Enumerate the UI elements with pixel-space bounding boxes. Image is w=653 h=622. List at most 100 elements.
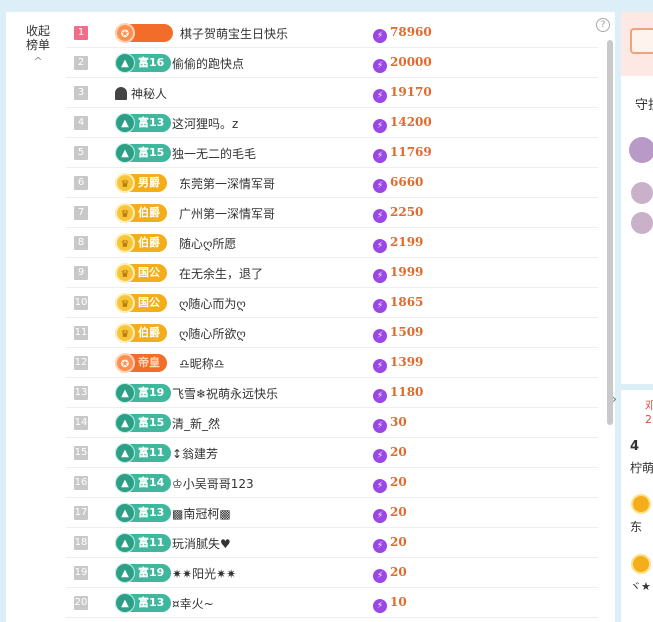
rank-number: 4 (74, 116, 88, 130)
list-item[interactable]: 5 ▲ 富15 独一无二的毛毛 ⚡ 11769 (66, 138, 598, 168)
list-item[interactable]: 13 ▲ 富19 飞雪❄祝萌永远快乐 ⚡ 1180 (66, 378, 598, 408)
user-name-text: 清_新_然 (172, 417, 221, 431)
ranking-list: 1 ✪ 棋子贺萌宝生日快乐 ⚡ 78960 2 ▲ 富16 偷偷的跑快点 ⚡ 20000 3 神秘人 ⚡ 1… (66, 18, 598, 618)
rank-number: 12 (74, 356, 88, 370)
user-name-text: ღ随心而为ღ (179, 297, 246, 311)
contribution-score: ⚡ 19170 (373, 85, 432, 103)
list-item[interactable]: 11 ♛ 伯爵 ღ随心所欲ღ ⚡ 1509 (66, 318, 598, 348)
score-value: 1865 (390, 295, 424, 309)
list-item[interactable]: 2 ▲ 富16 偷偷的跑快点 ⚡ 20000 (66, 48, 598, 78)
scrollbar[interactable] (607, 40, 613, 425)
score-value: 19170 (390, 85, 432, 99)
user-name[interactable]: 神秘人 (115, 85, 167, 102)
list-item[interactable]: 6 ♛ 男爵 东莞第一深情军哥 ⚡ 6660 (66, 168, 598, 198)
crown-icon: ♛ (115, 203, 135, 223)
lightning-icon: ⚡ (373, 389, 387, 403)
score-value: 2250 (390, 205, 424, 219)
triangle-icon: ▲ (115, 473, 135, 493)
crown-icon: ♛ (115, 323, 135, 343)
user-name[interactable]: ↕翁建芳 (172, 445, 218, 462)
list-item[interactable]: 15 ▲ 富11 ↕翁建芳 ⚡ 20 (66, 438, 598, 468)
user-name[interactable]: 在无余生，退了 (179, 265, 263, 282)
contribution-score: ⚡ 1509 (373, 325, 423, 343)
user-name[interactable]: ✷✷阳光✷✷ (172, 565, 236, 582)
user-name-text: 在无余生，退了 (179, 267, 264, 281)
list-item[interactable]: 7 ♛ 伯爵 广州第一深情军哥 ⚡ 2250 (66, 198, 598, 228)
list-item[interactable]: 16 ▲ 富14 ♔小吴哥哥123 ⚡ 20 (66, 468, 598, 498)
chevron-right-icon[interactable]: › (612, 392, 617, 406)
help-icon[interactable]: ? (596, 18, 610, 32)
triangle-icon: ▲ (115, 143, 135, 163)
contribution-score: ⚡ 14200 (373, 115, 432, 133)
user-name[interactable]: 棋子贺萌宝生日快乐 (180, 25, 288, 42)
user-name-text: 广州第一深情军哥 (179, 207, 276, 221)
user-name[interactable]: ♎昵称♎ (179, 355, 225, 372)
triangle-icon: ▲ (115, 383, 135, 403)
user-name-text: 神秘人 (131, 87, 168, 101)
list-item[interactable]: 3 神秘人 ⚡ 19170 (66, 78, 598, 108)
list-item[interactable]: 10 ♛ 国公 ღ随心而为ღ ⚡ 1865 (66, 288, 598, 318)
level-badge: ♛ 国公 (115, 263, 167, 283)
avatar[interactable] (629, 137, 653, 163)
contribution-score: ⚡ 20 (373, 475, 407, 493)
collapse-leaderboard-button[interactable]: 收起 榜单 ^ (22, 24, 54, 69)
user-name-text: ♎昵称♎ (179, 357, 225, 371)
user-name[interactable]: ღ随心所欲ღ (179, 325, 246, 342)
user-name[interactable]: 清_新_然 (172, 415, 220, 432)
user-name-text: 偷偷的跑快点 (172, 57, 245, 71)
avatar[interactable] (631, 182, 653, 204)
rank-number: 7 (74, 206, 88, 220)
list-item[interactable]: 20 ▲ 富13 ¤幸火~ ⚡ 10 (66, 588, 598, 618)
rank-number: 10 (74, 296, 88, 310)
list-item[interactable]: 14 ▲ 富15 清_新_然 ⚡ 30 (66, 408, 598, 438)
crown-icon: ♛ (115, 293, 135, 313)
list-item[interactable]: 1 ✪ 棋子贺萌宝生日快乐 ⚡ 78960 (66, 18, 598, 48)
level-badge: ▲ 富13 (115, 113, 172, 133)
lightning-icon: ⚡ (373, 299, 387, 313)
contribution-score: ⚡ 78960 (373, 25, 432, 43)
user-name[interactable]: 偷偷的跑快点 (172, 55, 244, 72)
user-name[interactable]: 飞雪❄祝萌永远快乐 (172, 385, 278, 402)
side-banner[interactable] (621, 12, 653, 76)
user-name[interactable]: ღ随心而为ღ (179, 295, 246, 312)
contribution-score: ⚡ 20000 (373, 55, 432, 73)
list-item[interactable]: 9 ♛ 国公 在无余生，退了 ⚡ 1999 (66, 258, 598, 288)
list-item[interactable]: 17 ▲ 富13 ▩南冠柯▩ ⚡ 20 (66, 498, 598, 528)
score-value: 1399 (390, 355, 424, 369)
medal-icon (631, 494, 651, 514)
list-item[interactable]: 8 ♛ 伯爵 随心ღ所愿 ⚡ 2199 (66, 228, 598, 258)
score-value: 20 (390, 475, 407, 489)
user-name[interactable]: 东莞第一深情军哥 (179, 175, 275, 192)
list-item[interactable]: 18 ▲ 富11 玩消腻失♥ ⚡ 20 (66, 528, 598, 558)
user-name[interactable]: ♔小吴哥哥123 (172, 475, 254, 492)
user-name-text: ↕翁建芳 (172, 447, 219, 461)
rank-number: 13 (74, 386, 88, 400)
user-name[interactable]: 独一无二的毛毛 (172, 145, 256, 162)
user-name[interactable]: 随心ღ所愿 (179, 235, 236, 252)
list-item[interactable]: 19 ▲ 富19 ✷✷阳光✷✷ ⚡ 20 (66, 558, 598, 588)
user-name-text: 飞雪❄祝萌永远快乐 (172, 387, 279, 401)
tab-guard[interactable]: 守护 (635, 94, 653, 113)
rank-number: 20 (74, 596, 88, 610)
chevron-up-icon: ^ (33, 55, 43, 68)
rank-number: 18 (74, 536, 88, 550)
score-value: 30 (390, 415, 407, 429)
contribution-score: ⚡ 20 (373, 535, 407, 553)
level-badge: ▲ 富13 (115, 503, 172, 523)
user-name[interactable]: ¤幸火~ (172, 595, 214, 612)
score-value: 6660 (390, 175, 424, 189)
lightning-icon: ⚡ (373, 29, 387, 43)
user-name[interactable]: ▩南冠柯▩ (172, 505, 231, 522)
list-item[interactable]: 4 ▲ 富13 这河狸吗。z ⚡ 14200 (66, 108, 598, 138)
user-name[interactable]: 这河狸吗。z (172, 115, 238, 132)
user-name[interactable]: 玩消腻失♥ (172, 535, 231, 552)
avatar[interactable] (631, 212, 653, 234)
rank-number: 5 (74, 146, 88, 160)
contribution-score: ⚡ 1865 (373, 295, 423, 313)
user-name-text: ▩南冠柯▩ (172, 507, 231, 521)
level-badge: ▲ 富11 (115, 533, 172, 553)
lightning-icon: ⚡ (373, 119, 387, 133)
user-name[interactable]: 广州第一深情军哥 (179, 205, 275, 222)
rank-number: 17 (74, 506, 88, 520)
list-item[interactable]: 12 ✪ 帝皇 ♎昵称♎ ⚡ 1399 (66, 348, 598, 378)
